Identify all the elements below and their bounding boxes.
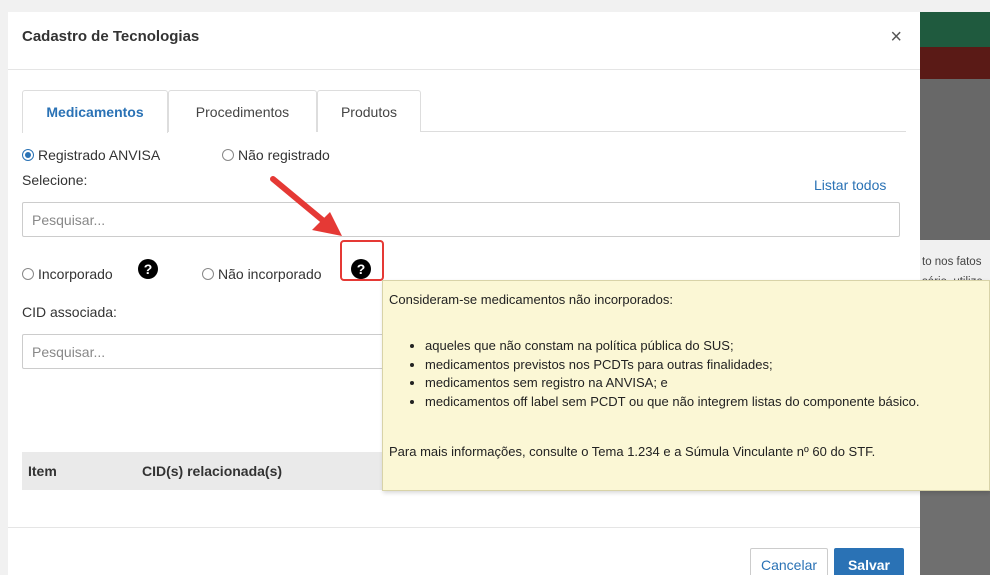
radio-label: Incorporado	[38, 266, 113, 282]
column-header-cid: CID(s) relacionada(s)	[142, 463, 283, 479]
radio-incorporated[interactable]: Incorporado	[22, 266, 113, 282]
radio-not-registered[interactable]: Não registrado	[222, 147, 330, 163]
background-text-line: to nos fatos	[922, 256, 982, 268]
background-overlay	[920, 79, 990, 244]
modal-header: Cadastro de Tecnologias ×	[8, 12, 920, 70]
radio-registered-anvisa[interactable]: Registrado ANVISA	[22, 147, 160, 163]
help-tooltip: Consideram-se medicamentos não incorpora…	[382, 280, 990, 491]
tab-bar: Medicamentos Procedimentos Produtos	[22, 90, 906, 133]
modal-footer-divider	[8, 527, 920, 528]
tooltip-list-item: medicamentos off label sem PCDT ou que n…	[425, 393, 920, 412]
cid-search-input[interactable]	[22, 334, 402, 369]
cid-label: CID associada:	[22, 304, 117, 320]
close-icon[interactable]: ×	[890, 26, 902, 49]
medication-search-input[interactable]	[22, 202, 900, 237]
background-header-bar	[920, 12, 990, 47]
column-header-item: Item	[28, 463, 57, 479]
radio-checked-icon	[22, 149, 34, 161]
tooltip-list-item: medicamentos previstos nos PCDTs para ou…	[425, 356, 920, 375]
arrow-annotation-icon	[270, 176, 342, 236]
cancel-button[interactable]: Cancelar	[750, 548, 828, 575]
radio-label: Não incorporado	[218, 266, 322, 282]
tab-procedimentos[interactable]: Procedimentos	[168, 90, 317, 132]
list-all-link[interactable]: Listar todos	[814, 177, 886, 193]
select-label: Selecione:	[22, 172, 88, 188]
tab-medicamentos[interactable]: Medicamentos	[22, 90, 168, 133]
tooltip-footer: Para mais informações, consulte o Tema 1…	[389, 444, 876, 459]
radio-not-incorporated[interactable]: Não incorporado	[202, 266, 322, 282]
help-icon[interactable]: ?	[138, 259, 158, 279]
tooltip-list-item: medicamentos sem registro na ANVISA; e	[425, 374, 920, 393]
tooltip-list: aqueles que não constam na política públ…	[425, 337, 920, 411]
tooltip-list-item: aqueles que não constam na política públ…	[425, 337, 920, 356]
modal-title: Cadastro de Tecnologias	[22, 28, 200, 45]
tab-produtos[interactable]: Produtos	[317, 90, 421, 132]
help-icon-not-incorporated[interactable]: ?	[351, 259, 371, 279]
radio-unchecked-icon	[222, 149, 234, 161]
background-accent-bar	[920, 47, 990, 79]
tooltip-heading: Consideram-se medicamentos não incorpora…	[389, 292, 673, 307]
radio-label: Não registrado	[238, 147, 330, 163]
radio-unchecked-icon	[202, 268, 214, 280]
save-button[interactable]: Salvar	[834, 548, 904, 575]
radio-label: Registrado ANVISA	[38, 147, 161, 163]
radio-unchecked-icon	[22, 268, 34, 280]
